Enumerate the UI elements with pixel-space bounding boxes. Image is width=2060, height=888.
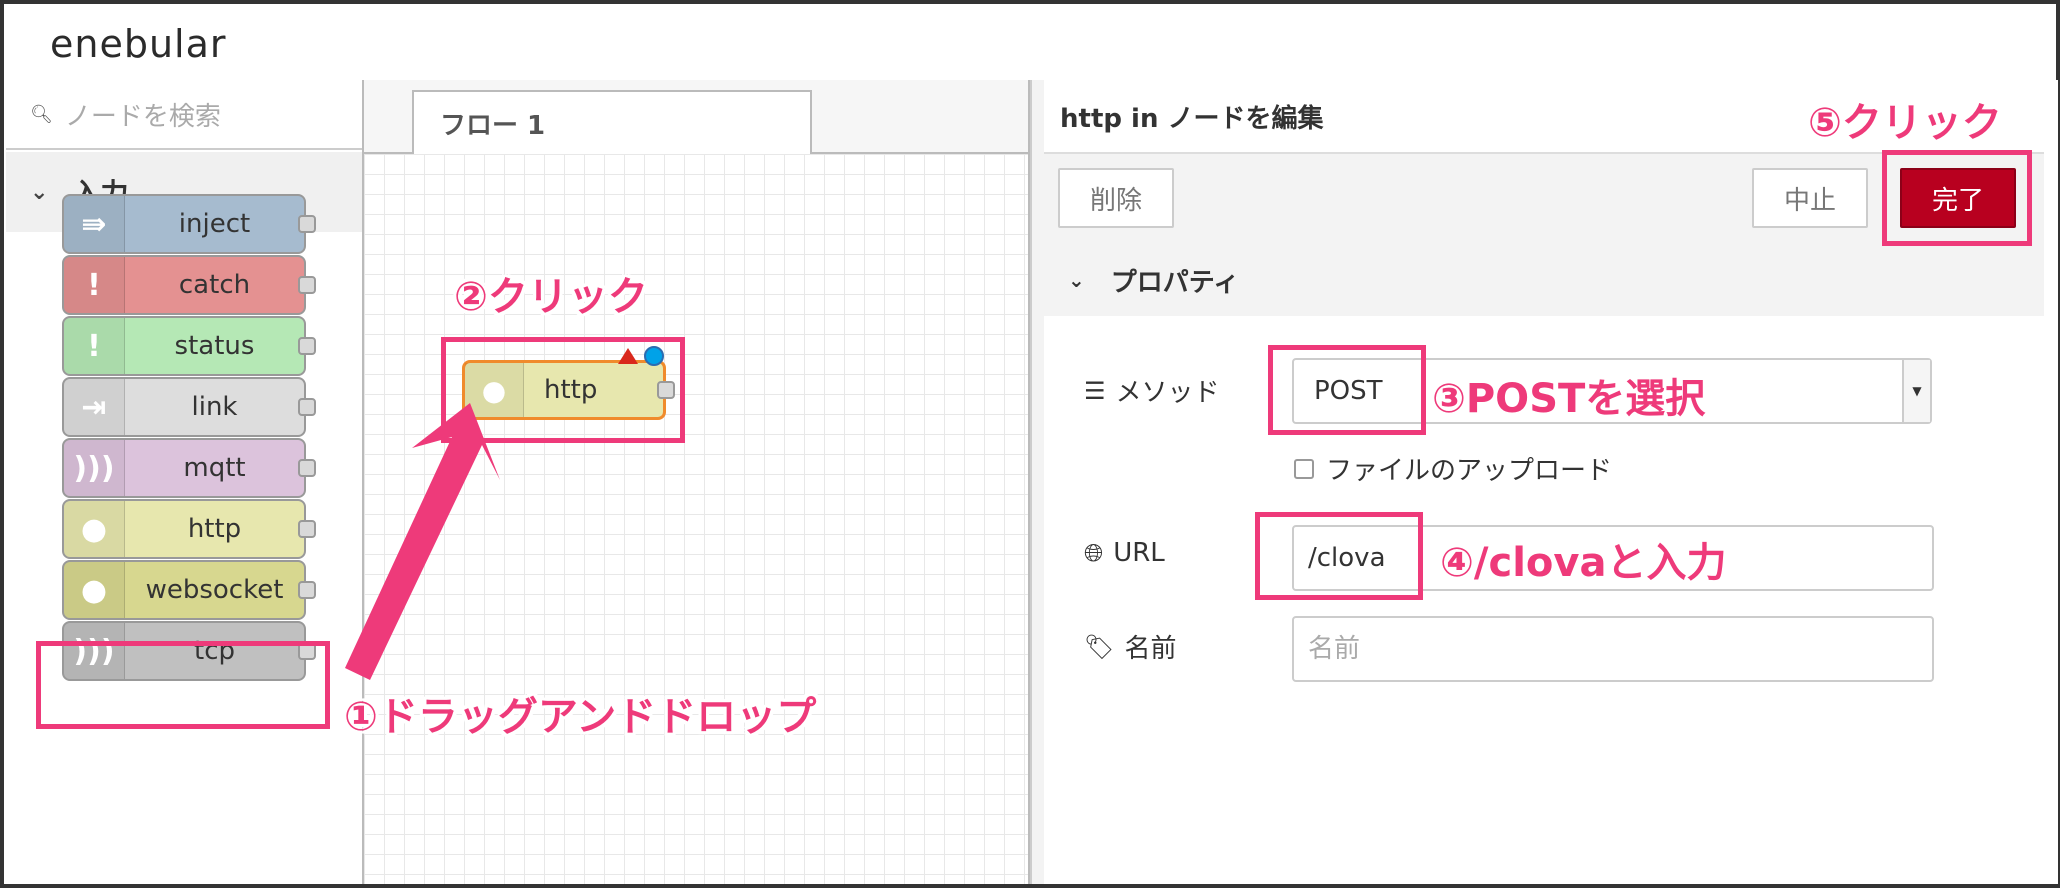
- annotation-box-method: [1268, 345, 1426, 435]
- annotation-step5: ⑤クリック: [1808, 100, 2002, 146]
- annotation-box-url: [1255, 512, 1423, 600]
- annotation-box-workspace-http: [441, 337, 685, 443]
- annotation-step3: ③POSTを選択: [1432, 376, 1706, 422]
- annotation-step2: ②クリック: [454, 274, 648, 320]
- annotation-box-done: [1882, 150, 2032, 246]
- annotation-step1: ①ドラッグアンドドロップ: [344, 694, 817, 740]
- annotation-arrow: [345, 403, 500, 680]
- annotation-step4: ④/clovaと入力: [1440, 540, 1727, 586]
- annotation-box-palette-http: [36, 641, 330, 729]
